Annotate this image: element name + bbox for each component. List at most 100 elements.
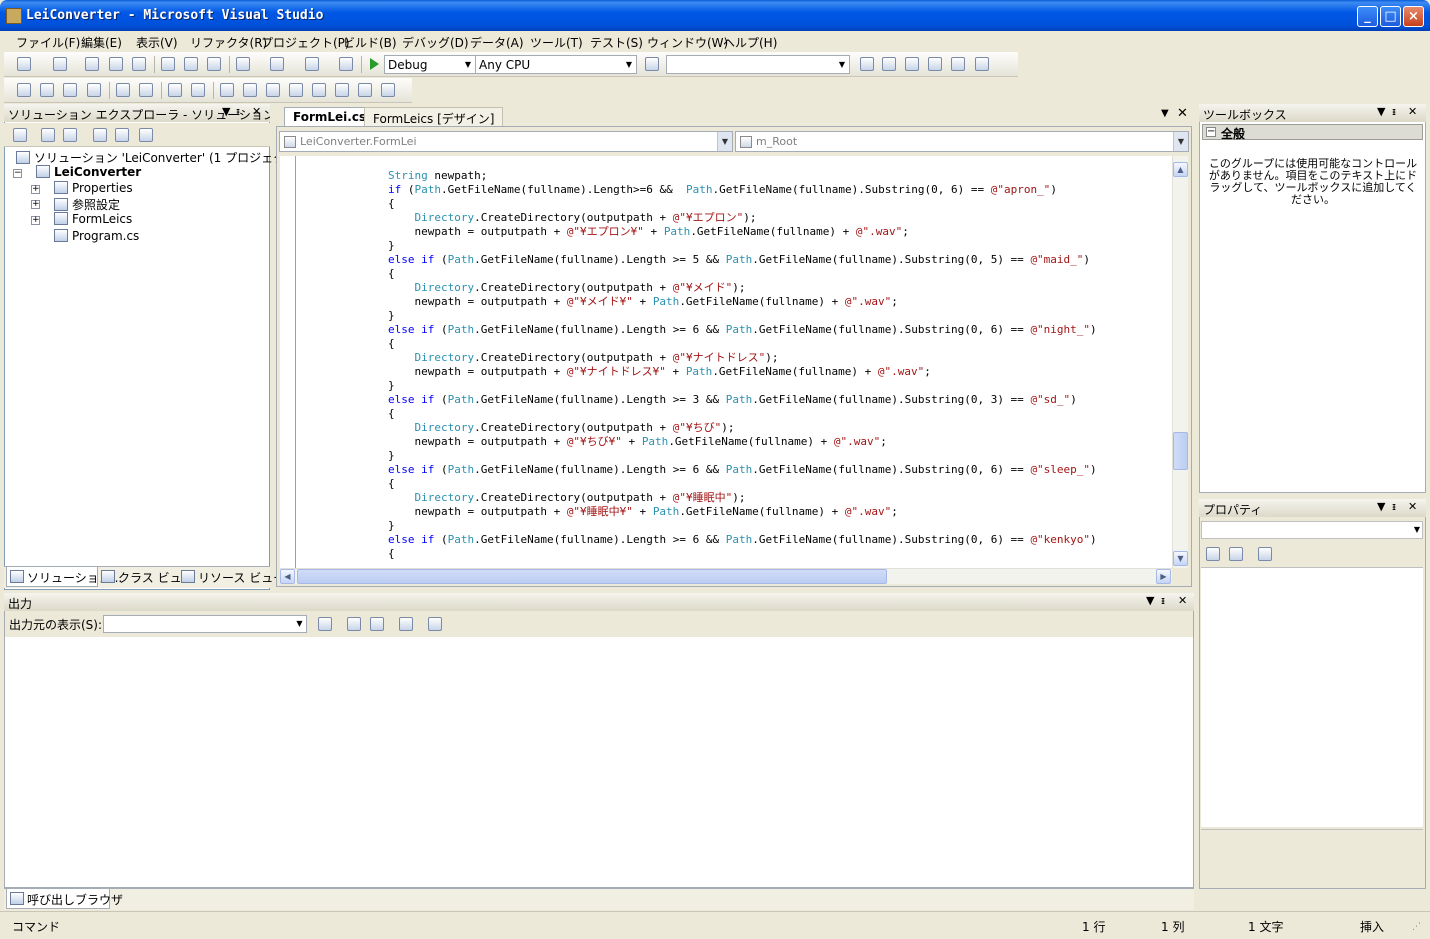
scroll-up-icon[interactable]: ▲: [1173, 162, 1188, 177]
tab-class-view[interactable]: クラス ビュー: [98, 567, 194, 587]
resize-grip-icon[interactable]: ⋰: [1412, 922, 1421, 932]
paste-icon[interactable]: [206, 56, 222, 72]
tree-solution[interactable]: ソリューション 'LeiConverter' (1 プロジェクト): [16, 149, 302, 166]
properties-icon[interactable]: [12, 127, 28, 143]
previous-bookmark-icon[interactable]: [242, 82, 258, 98]
class-navigation-combo[interactable]: LeiConverter.FormLei ▼: [279, 131, 733, 152]
menu-build[interactable]: ビルド(B): [343, 34, 397, 51]
menu-help[interactable]: ヘルプ(H): [723, 34, 777, 51]
toggle-bookmark-icon[interactable]: [219, 82, 235, 98]
properties-object-select[interactable]: ▼: [1201, 521, 1423, 539]
comment-lines-icon[interactable]: [167, 82, 183, 98]
solution-explorer-icon[interactable]: [859, 56, 875, 72]
menu-file[interactable]: ファイル(F): [16, 34, 80, 51]
prev-bookmark-folder-icon[interactable]: [288, 82, 304, 98]
properties-window-icon[interactable]: [881, 56, 897, 72]
save-icon[interactable]: [108, 56, 124, 72]
categorized-icon[interactable]: [1205, 546, 1221, 562]
menu-view[interactable]: 表示(V): [136, 34, 178, 51]
new-project-icon[interactable]: [16, 56, 32, 72]
scroll-right-icon[interactable]: ▶: [1156, 569, 1171, 584]
tree-item-properties[interactable]: Properties: [54, 181, 133, 195]
menu-window[interactable]: ウィンドウ(W): [647, 34, 728, 51]
expand-icon[interactable]: +: [31, 200, 40, 209]
window-position-icon[interactable]: ▼: [1377, 105, 1385, 118]
alphabetical-icon[interactable]: [1228, 546, 1244, 562]
save-all-icon[interactable]: [131, 56, 147, 72]
scroll-left-icon[interactable]: ◀: [280, 569, 295, 584]
toolbox-category-general[interactable]: − 全般: [1202, 124, 1423, 141]
close-icon[interactable]: ✕: [252, 105, 261, 118]
find-message-icon[interactable]: [317, 616, 333, 632]
solution-platform-select[interactable]: Any CPU ▼: [475, 55, 637, 74]
close-button[interactable]: ×: [1403, 6, 1424, 27]
menu-refactor[interactable]: リファクタ(R): [190, 34, 267, 51]
redo-icon[interactable]: [269, 56, 285, 72]
close-document-icon[interactable]: ✕: [1177, 106, 1188, 121]
tree-item-program[interactable]: Program.cs: [54, 229, 139, 243]
tree-item-formleics[interactable]: FormLeics: [54, 212, 132, 226]
add-item-icon[interactable]: [52, 56, 68, 72]
toolbox-icon[interactable]: [927, 56, 943, 72]
scroll-thumb[interactable]: [1173, 432, 1188, 470]
view-code-icon[interactable]: [92, 127, 108, 143]
tab-formlei-cs[interactable]: FormLei.cs: [284, 107, 376, 126]
collapse-icon[interactable]: −: [13, 169, 22, 178]
tree-project[interactable]: LeiConverter: [36, 165, 141, 179]
output-text-area[interactable]: [5, 637, 1193, 887]
pin-icon[interactable]: ᵻ: [236, 105, 240, 118]
clear-bookmarks-icon[interactable]: [380, 82, 396, 98]
menu-tools[interactable]: ツール(T): [530, 34, 583, 51]
navigate-backward-icon[interactable]: [304, 56, 320, 72]
next-bookmark-icon[interactable]: [265, 82, 281, 98]
close-icon[interactable]: ✕: [1178, 594, 1187, 607]
tab-call-browser[interactable]: 呼び出しブラウザ: [6, 889, 123, 909]
property-pages-icon[interactable]: [1257, 546, 1273, 562]
maximize-button[interactable]: □: [1380, 6, 1401, 27]
member-navigation-combo[interactable]: m_Root ▼: [735, 131, 1189, 152]
editor-vertical-scrollbar[interactable]: ▲ ▼: [1172, 156, 1188, 568]
quick-info-icon[interactable]: [62, 82, 78, 98]
properties-grid[interactable]: [1201, 567, 1423, 827]
cut-icon[interactable]: [160, 56, 176, 72]
start-page-icon[interactable]: [950, 56, 966, 72]
uncomment-lines-icon[interactable]: [190, 82, 206, 98]
refresh-icon[interactable]: [62, 127, 78, 143]
object-browser-icon[interactable]: [904, 56, 920, 72]
scroll-down-icon[interactable]: ▼: [1173, 551, 1188, 566]
code-editor[interactable]: String newpath; if (Path.GetFileName(full…: [280, 156, 1172, 568]
window-position-icon[interactable]: ▼: [1146, 594, 1154, 607]
menu-data[interactable]: データ(A): [470, 34, 524, 51]
tab-formleics-design[interactable]: FormLeics [デザイン]: [364, 107, 504, 126]
tree-item-references[interactable]: 参照設定: [54, 196, 120, 213]
window-position-icon[interactable]: ▼: [222, 105, 230, 118]
editor-horizontal-scrollbar[interactable]: ◀ ▶: [280, 568, 1172, 584]
copy-icon[interactable]: [183, 56, 199, 72]
pin-icon[interactable]: ᵻ: [1392, 105, 1396, 118]
tab-solution-explorer[interactable]: ソリューション...: [6, 567, 122, 587]
minimize-button[interactable]: _: [1357, 6, 1378, 27]
view-designer-icon[interactable]: [114, 127, 130, 143]
close-icon[interactable]: ✕: [1408, 105, 1417, 118]
output-source-select[interactable]: ▼: [103, 615, 307, 633]
pin-icon[interactable]: ᵻ: [1392, 500, 1396, 513]
prev-bookmark-doc-icon[interactable]: [334, 82, 350, 98]
next-bookmark-folder-icon[interactable]: [311, 82, 327, 98]
find-combo[interactable]: ▼: [666, 55, 850, 74]
scroll-thumb[interactable]: [297, 569, 887, 584]
expand-icon[interactable]: +: [31, 185, 40, 194]
menu-debug[interactable]: デバッグ(D): [402, 34, 469, 51]
find-in-files-icon[interactable]: [644, 56, 660, 72]
decrease-indent-icon[interactable]: [115, 82, 131, 98]
increase-indent-icon[interactable]: [138, 82, 154, 98]
menu-test[interactable]: テスト(S): [590, 34, 643, 51]
close-icon[interactable]: ✕: [1408, 500, 1417, 513]
start-debugging-icon[interactable]: [370, 58, 379, 70]
active-files-dropdown-icon[interactable]: ▼: [1161, 108, 1169, 119]
show-all-files-icon[interactable]: [40, 127, 56, 143]
previous-message-icon[interactable]: [346, 616, 362, 632]
menu-project[interactable]: プロジェクト(P): [261, 34, 350, 51]
undo-icon[interactable]: [235, 56, 251, 72]
open-file-icon[interactable]: [84, 56, 100, 72]
navigate-forward-icon[interactable]: [338, 56, 354, 72]
